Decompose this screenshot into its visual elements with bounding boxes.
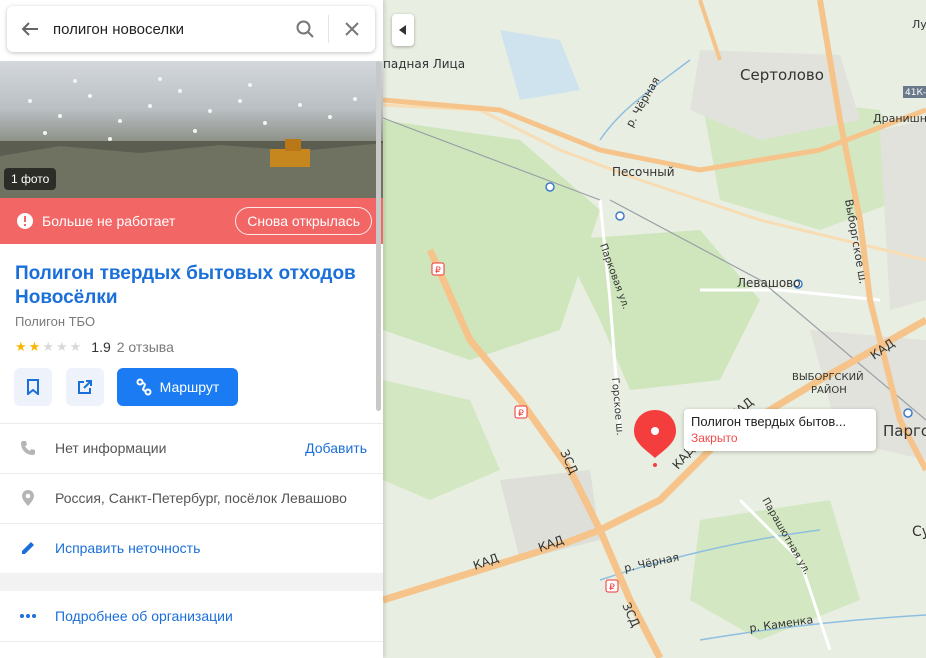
pin-point [653,463,657,467]
landfill-photo-image [0,77,383,198]
photo-count-badge[interactable]: 1 фото [4,168,57,190]
address-text[interactable]: Россия, Санкт-Петербург, посёлок Левашов… [55,490,347,506]
phone-row: Нет информации Добавить [0,424,383,472]
warning-icon [17,213,33,229]
station-marker[interactable] [615,211,625,221]
place-category[interactable]: Полигон ТБО [15,314,95,329]
pencil-icon [21,542,34,554]
map-label-pargolovo: Парго [883,422,926,440]
bookmark-button[interactable] [14,368,52,406]
phone-info-text: Нет информации [55,440,167,456]
place-tooltip[interactable]: Полигон твердых бытов... Закрыто [684,409,876,451]
search-button[interactable] [282,6,328,52]
divider [0,641,383,642]
map-label-district: ВЫБОРГСКИЙ [792,370,864,383]
add-phone-link[interactable]: Добавить [305,440,367,456]
map-label-sertolovo: Сертолово [740,66,824,84]
reopened-button[interactable]: Снова открылась [235,207,372,235]
close-icon [345,22,359,36]
address-row[interactable]: Россия, Санкт-Петербург, посёлок Левашов… [0,474,383,522]
place-card-panel: 1 фото полигон новоселки Больше не работ… [0,0,383,658]
location-pin-icon [21,490,34,506]
route-icon [136,378,152,396]
collapse-panel-button[interactable] [392,14,414,46]
edit-info-link[interactable]: Исправить неточность [55,540,200,556]
fuel-station-icon[interactable]: ₽ [605,579,619,593]
map-label-place: Дранишни [873,112,926,125]
route-badge-label: 41К- [905,88,926,98]
panel-scrollbar[interactable] [376,61,381,411]
svg-text:₽: ₽ [609,582,615,592]
svg-text:₽: ₽ [435,265,441,275]
rating-value: 1.9 [91,339,111,355]
search-input[interactable]: полигон новоселки [53,21,282,38]
search-icon [296,20,314,38]
share-button[interactable] [66,368,104,406]
map-label-district: РАЙОН [811,383,847,396]
clear-search-button[interactable] [329,6,375,52]
place-title[interactable]: Полигон твердых бытовых отходов Новосёлк… [15,262,365,310]
fuel-station-icon[interactable]: ₽ [431,262,445,276]
fuel-station-icon[interactable]: ₽ [514,405,528,419]
place-photo[interactable]: 1 фото [0,61,383,198]
edit-row[interactable]: Исправить неточность [0,524,383,572]
map-label-zapadnaya-litsa: падная Лица [383,57,465,71]
more-info-row[interactable]: Подробнее об организации [0,592,383,640]
arrow-left-icon [21,22,38,36]
closed-status-bar: Больше не работает Снова открылась [0,198,383,244]
map-label-levashovo: Левашово [737,276,801,290]
map-label-place: Су [912,524,926,540]
station-marker[interactable] [545,182,555,192]
share-icon [78,380,92,394]
back-button[interactable] [7,6,53,52]
star-empty-icon: ★ [42,339,54,354]
section-gap [0,573,383,591]
reviews-link[interactable]: 2 отзыва [117,339,174,355]
star-empty-icon: ★ [55,339,68,354]
route-button[interactable]: Маршрут [117,368,238,406]
route-button-label: Маршрут [159,379,220,395]
map-label-place: Лу [912,18,926,31]
tooltip-place-status: Закрыто [691,431,738,445]
phone-icon [20,441,35,455]
more-dots-icon [19,614,36,618]
star-empty-icon: ★ [69,339,82,354]
more-info-link[interactable]: Подробнее об организации [55,608,233,624]
station-marker[interactable] [903,408,913,418]
svg-text:₽: ₽ [518,408,524,418]
bookmark-icon [27,379,39,395]
rating[interactable]: ★ ★ ★ ★ ★ 1.9 2 отзыва [15,339,174,355]
star-filled-icon: ★ [15,339,27,354]
place-pin-icon[interactable] [632,408,678,460]
chevron-left-icon [399,25,406,35]
closed-status-text: Больше не работает [42,213,176,229]
search-bar: полигон новоселки [7,6,375,52]
star-filled-icon: ★ [28,339,41,354]
tooltip-place-name: Полигон твердых бытов... [691,414,847,429]
map-label-pesochny: Песочный [612,165,675,179]
